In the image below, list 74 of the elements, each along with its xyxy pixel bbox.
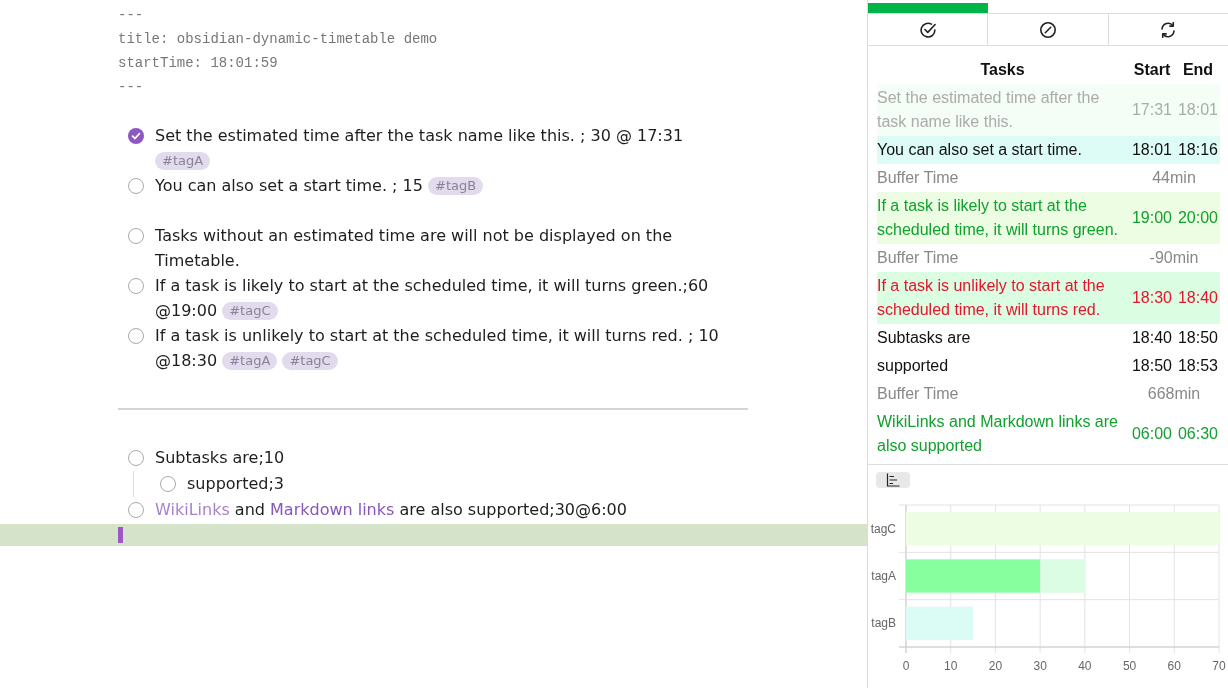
- category-label: tagC: [870, 521, 896, 536]
- task-checkbox[interactable]: [128, 450, 144, 466]
- tag[interactable]: #tagA: [155, 152, 211, 170]
- task-text: Subtasks are;10: [155, 447, 285, 469]
- start-time: 19:00: [1130, 208, 1173, 228]
- tick-label: 30: [1033, 659, 1047, 673]
- frontmatter-line: title: obsidian-dynamic-timetable demo: [118, 30, 438, 49]
- buffer-duration: -90min: [1148, 248, 1200, 268]
- tick-label: 0: [902, 659, 910, 673]
- column-header: Start: [1132, 60, 1172, 80]
- task-name: Set the estimated time after the task name like this.: [877, 88, 1101, 132]
- tag[interactable]: #tagA: [222, 352, 278, 370]
- frontmatter-line: startTime: 18:01:59: [118, 54, 278, 73]
- buffer-duration: 44min: [1151, 168, 1197, 188]
- tag[interactable]: #tagC: [222, 302, 278, 320]
- markdown-link[interactable]: Markdown links: [270, 500, 395, 519]
- task-checkbox[interactable]: [128, 227, 144, 244]
- start-time: 18:50: [1130, 356, 1173, 376]
- start-time: 06:00: [1130, 424, 1173, 444]
- task-text: If a task is unlikely to start at the scheduled time, it will turns red. ; 10 @18:30 #tagA #tagC: [155, 325, 720, 372]
- task-text: Set the estimated time after the task name like this. ; 30 @ 17:31 #tagA: [155, 125, 685, 172]
- end-time: 18:01: [1176, 100, 1219, 120]
- category-label: tagB: [871, 616, 896, 631]
- task-text: WikiLinks and Markdown links are also supported;30@6:00: [155, 499, 627, 521]
- tick-label: 40: [1078, 659, 1092, 673]
- start-time: 18:01: [1130, 140, 1173, 160]
- buffer-label: Buffer Time: [877, 384, 960, 404]
- tag[interactable]: #tagB: [428, 177, 484, 195]
- task-name: You can also set a start time.: [877, 140, 1083, 160]
- end-time: 18:40: [1176, 288, 1219, 308]
- tick-label: 60: [1167, 659, 1181, 673]
- column-header: Tasks: [979, 60, 1026, 80]
- wiki-link[interactable]: WikiLinks: [155, 500, 230, 519]
- buffer-label: Buffer Time: [877, 248, 960, 268]
- chart-toggle-button[interactable]: [876, 472, 910, 488]
- task-text: Tasks without an estimated time are will not be displayed on the Timetable.: [155, 225, 674, 272]
- end-time: 18:50: [1176, 328, 1219, 348]
- bar-chart-icon: [886, 473, 900, 487]
- task-name: If a task is likely to start at the scheduled time, it will turns green.: [877, 196, 1119, 240]
- task-name: WikiLinks and Markdown links are also supported: [877, 412, 1119, 456]
- text-cursor: [118, 527, 123, 543]
- buffer-label: Buffer Time: [877, 168, 960, 188]
- end-time: 18:16: [1176, 140, 1219, 160]
- end-time: 18:53: [1176, 356, 1219, 376]
- tick-label: 70: [1212, 659, 1226, 673]
- task-checkbox[interactable]: [128, 177, 144, 194]
- start-time: 18:30: [1130, 288, 1173, 308]
- tick-label: 10: [944, 659, 958, 673]
- check-circle-icon: [919, 21, 936, 38]
- task-text: supported;3: [187, 473, 284, 495]
- task-name: Subtasks are: [877, 328, 972, 348]
- tick-label: 20: [988, 659, 1003, 673]
- end-time: 20:00: [1176, 208, 1219, 228]
- frontmatter-line: ---: [118, 6, 144, 25]
- end-time: 06:30: [1176, 424, 1219, 444]
- task-checkbox[interactable]: [128, 327, 144, 344]
- start-time: 18:40: [1130, 328, 1173, 348]
- refresh-icon: [1160, 21, 1177, 38]
- start-time: 17:31: [1130, 100, 1173, 120]
- task-name: supported: [877, 356, 950, 376]
- category-label: tagA: [871, 569, 896, 583]
- task-checkbox[interactable]: [128, 127, 144, 144]
- task-text: If a task is likely to start at the scheduled time, it will turns green.;60 @19:00 #tagC: [155, 275, 710, 322]
- task-checkbox[interactable]: [160, 476, 176, 492]
- tag[interactable]: #tagC: [282, 352, 338, 370]
- task-checkbox[interactable]: [128, 502, 144, 518]
- frontmatter-line: ---: [118, 78, 144, 97]
- tick-label: 50: [1122, 659, 1137, 673]
- slash-circle-icon: [1040, 21, 1056, 38]
- column-header: End: [1181, 60, 1215, 80]
- buffer-duration: 668min: [1146, 384, 1202, 404]
- task-text: You can also set a start time. ; 15 #tagB: [155, 173, 484, 198]
- task-name: If a task is unlikely to start at the scheduled time, it will turns red.: [877, 276, 1106, 320]
- task-checkbox[interactable]: [128, 277, 144, 294]
